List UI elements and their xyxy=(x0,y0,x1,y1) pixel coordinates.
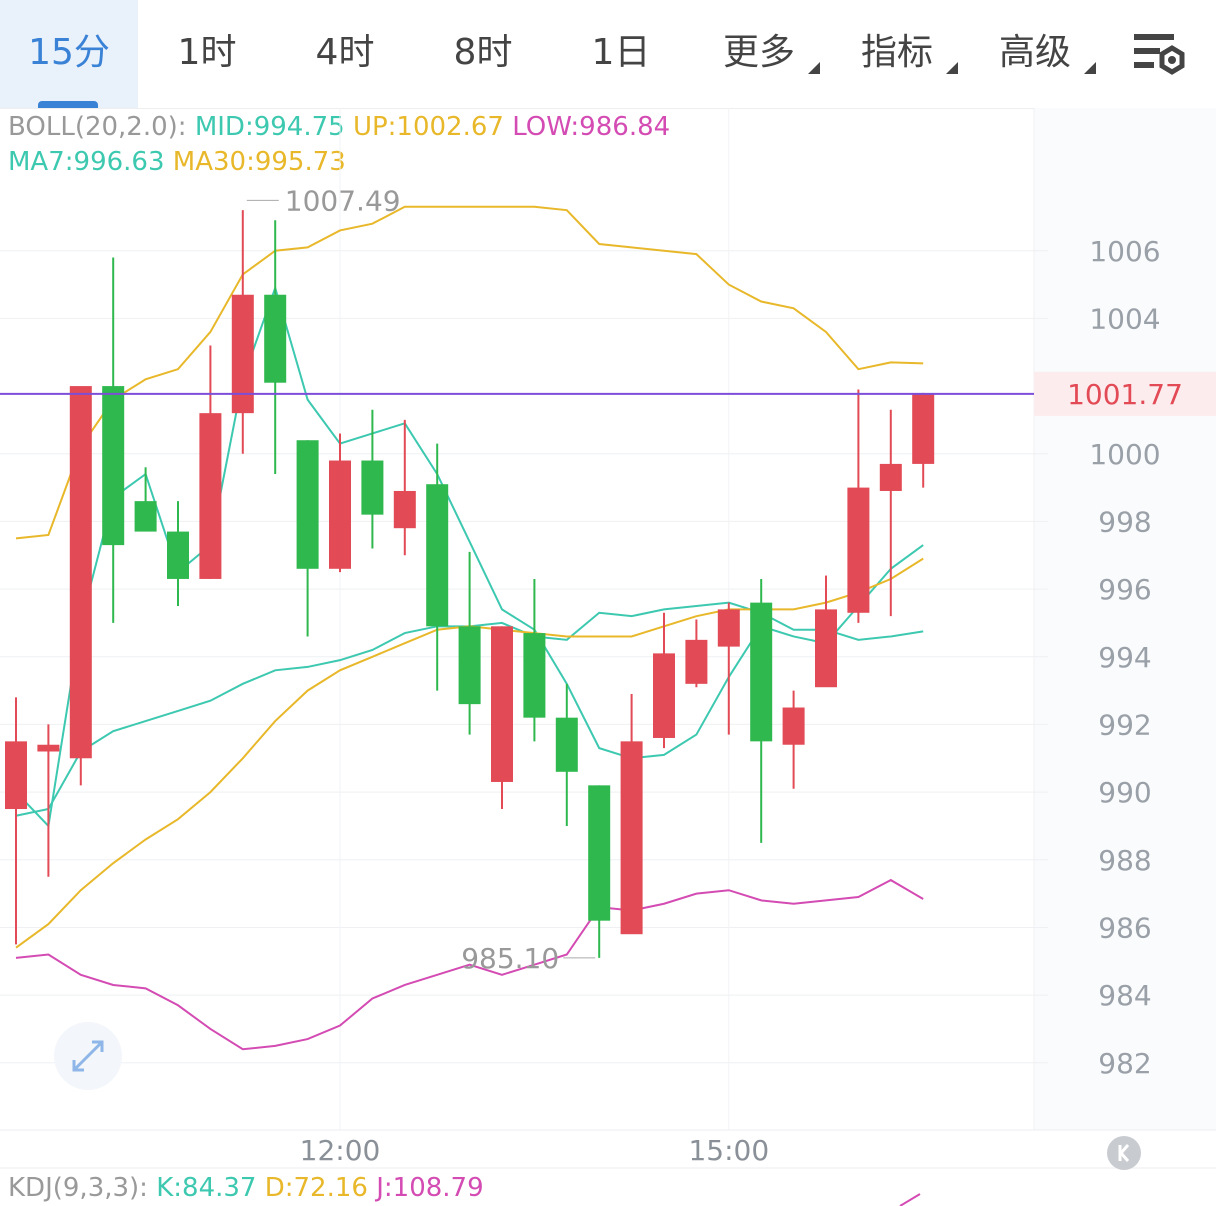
kdj-j-line xyxy=(899,1193,921,1206)
x-tick-label: 15:00 xyxy=(688,1134,769,1167)
candle-body xyxy=(782,707,805,745)
candle-body xyxy=(361,460,384,515)
y-tick-label: 990 xyxy=(1098,776,1151,809)
candle-body xyxy=(458,626,481,705)
y-tick-label: 1000 xyxy=(1089,438,1160,471)
candle-body xyxy=(102,386,125,546)
candle-body xyxy=(329,460,351,569)
y-tick-label: 982 xyxy=(1098,1047,1151,1080)
y-tick-label: 998 xyxy=(1098,505,1151,538)
candle-body xyxy=(167,531,189,579)
y-tick-label: 986 xyxy=(1098,911,1151,944)
last-price-label: 1001.77 xyxy=(1067,378,1183,411)
candle-body xyxy=(199,413,222,579)
candle-body xyxy=(620,741,643,935)
kline-toggle-icon xyxy=(1107,1136,1141,1170)
candle-body xyxy=(555,717,578,772)
y-tick-label: 992 xyxy=(1098,708,1151,741)
candle-body xyxy=(750,602,773,742)
y-tick-label: 996 xyxy=(1098,573,1151,606)
y-tick-label: 994 xyxy=(1098,641,1151,674)
low-price-label: 985.10 xyxy=(461,942,559,975)
candle-body xyxy=(426,484,449,627)
candle-body xyxy=(134,501,157,532)
y-tick-label: 984 xyxy=(1098,979,1151,1012)
candle-body xyxy=(231,294,254,414)
candle-body xyxy=(588,785,611,921)
boll-upper-band xyxy=(15,205,924,540)
candle-body xyxy=(491,626,513,782)
candle-body xyxy=(296,440,319,569)
candle-body xyxy=(685,639,708,684)
candle-body xyxy=(264,294,287,383)
candle-body xyxy=(815,609,837,688)
y-tick-label: 1004 xyxy=(1089,302,1160,335)
candlestick-chart[interactable]: 1006 1004 1000 998 996 994 992 990 988 986 984 982 1… xyxy=(0,0,1216,1206)
candle-body xyxy=(879,463,902,491)
high-price-label: 1007.49 xyxy=(285,184,401,217)
candle-body xyxy=(523,633,546,718)
candle-body xyxy=(912,393,935,464)
candle-body xyxy=(653,653,675,738)
y-tick-label: 988 xyxy=(1098,844,1151,877)
y-tick-label: 1006 xyxy=(1089,235,1160,268)
x-tick-label: 12:00 xyxy=(300,1134,381,1167)
candle-body xyxy=(37,744,60,752)
candle-body xyxy=(5,741,27,810)
candle-body xyxy=(69,386,92,759)
candle-body xyxy=(847,487,870,613)
candle-body xyxy=(717,609,740,647)
candle-body xyxy=(393,490,416,529)
